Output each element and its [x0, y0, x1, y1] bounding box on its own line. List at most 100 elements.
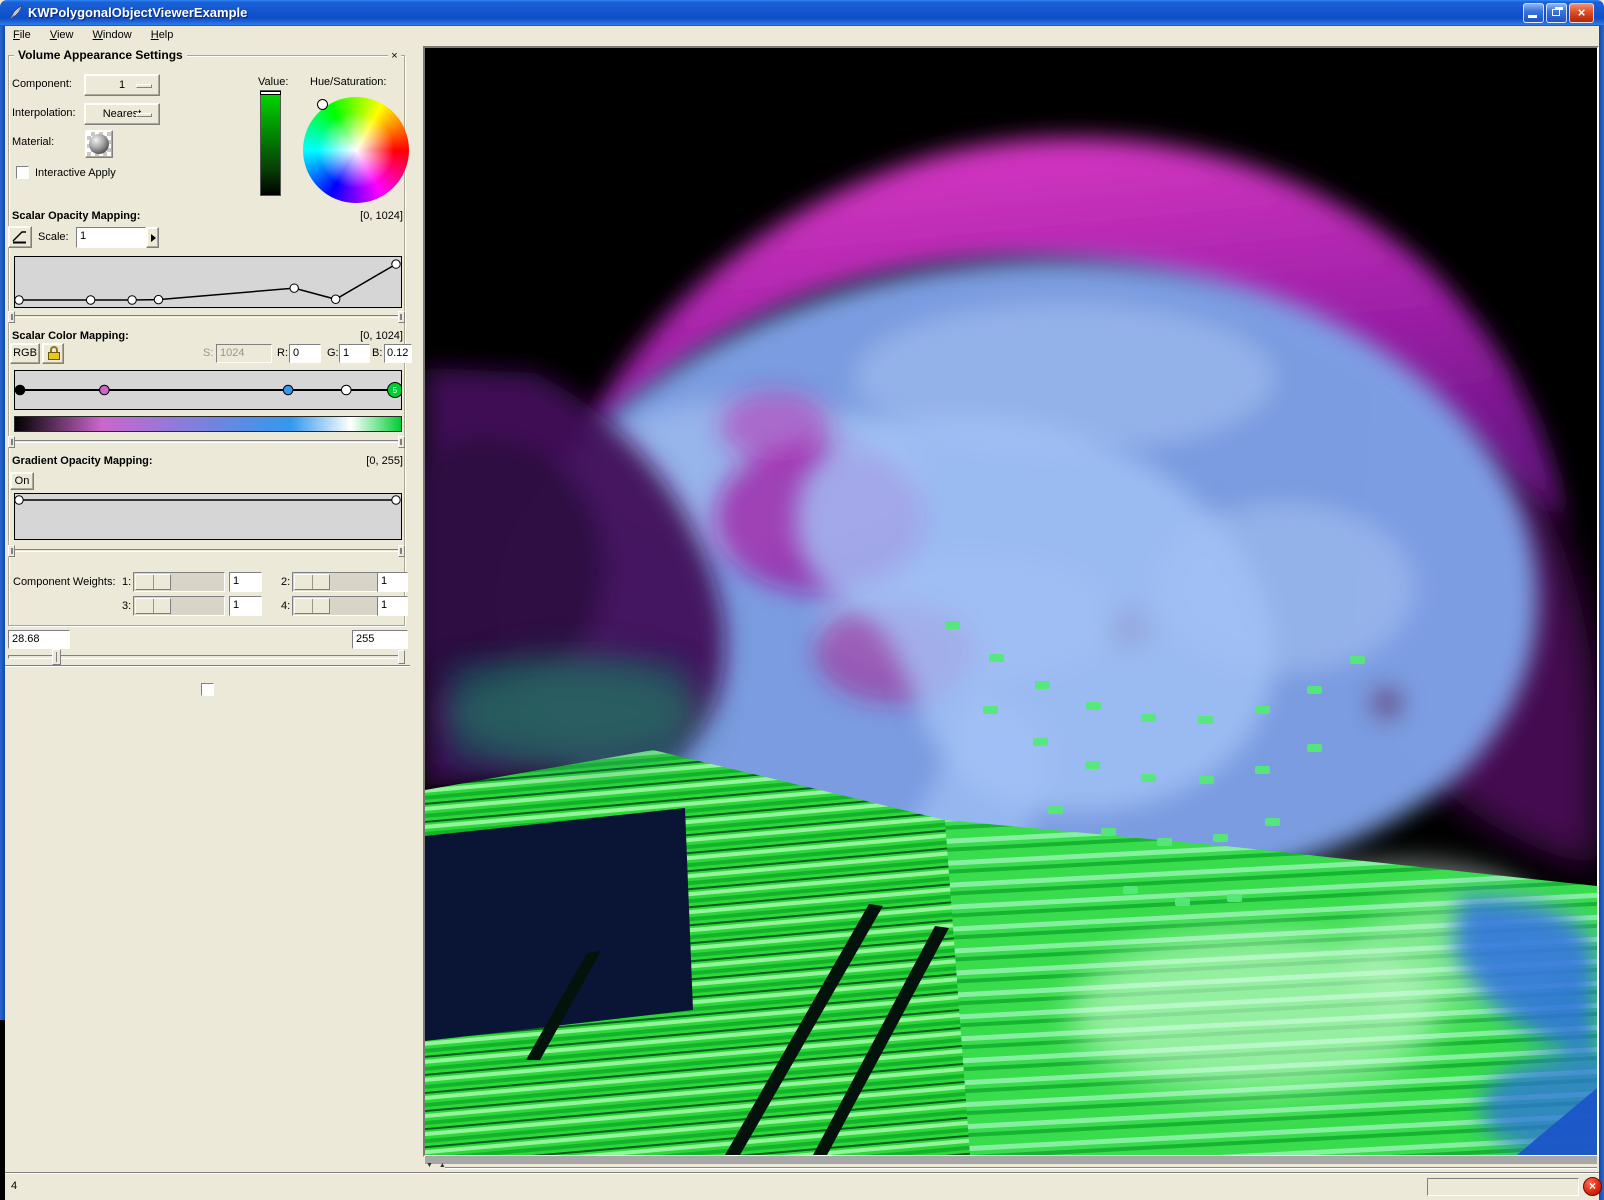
volume-rendering-viewport[interactable]: [425, 48, 1597, 1155]
status-bar: 4 ×: [5, 1172, 1599, 1200]
control-point[interactable]: [15, 296, 23, 304]
material-button[interactable]: [85, 130, 113, 158]
range-handle-right[interactable]: [398, 311, 405, 323]
bottom-divider: [445, 1167, 1597, 1169]
range-handle-right[interactable]: [398, 436, 405, 448]
color-point[interactable]: [341, 385, 351, 395]
color-point[interactable]: [100, 385, 110, 395]
color-point[interactable]: [283, 385, 293, 395]
menu-window[interactable]: Window: [85, 26, 140, 43]
weight-1-slider[interactable]: [133, 572, 225, 592]
status-text: 4: [11, 1180, 17, 1192]
control-point[interactable]: [15, 496, 23, 504]
component-dropdown[interactable]: 1: [84, 74, 160, 96]
weight-3-label: 3:: [122, 600, 131, 612]
gradient-opacity-range: [0, 255]: [366, 455, 403, 467]
gradient-opacity-editor[interactable]: [14, 493, 402, 540]
lock-button[interactable]: [42, 343, 64, 364]
range-max-input[interactable]: 255: [352, 630, 408, 649]
scalar-color-editor[interactable]: 5: [14, 370, 402, 410]
control-point[interactable]: [392, 496, 400, 504]
r-label: R:: [277, 347, 288, 359]
b-label: B:: [372, 347, 382, 359]
window-level-slider[interactable]: [8, 649, 405, 665]
control-point[interactable]: [154, 295, 162, 303]
panel-close-icon[interactable]: ×: [388, 50, 401, 63]
menu-help[interactable]: Help: [143, 26, 182, 43]
lone-checkbox[interactable]: [201, 683, 214, 696]
volume-appearance-panel: Volume Appearance Settings × Component: …: [5, 45, 410, 1172]
scale-input[interactable]: 1: [76, 227, 146, 248]
interactive-apply-label: Interactive Apply: [35, 167, 116, 179]
app-window: KWPolygonalObjectViewerExample × File Vi…: [0, 0, 1604, 1200]
rgb-button[interactable]: RGB: [10, 343, 40, 364]
menu-view[interactable]: View: [42, 26, 82, 43]
hue-saturation-label: Hue/Saturation:: [310, 76, 386, 88]
error-icon[interactable]: ×: [1583, 1177, 1602, 1196]
range-handle-right[interactable]: [398, 545, 405, 557]
selected-point-label: 5: [393, 386, 398, 395]
dropdown-indicator-icon: [136, 84, 152, 88]
value-bar[interactable]: [260, 90, 281, 196]
gradient-opacity-range-slider[interactable]: [8, 545, 405, 557]
slider-handle[interactable]: [52, 649, 61, 665]
restore-button[interactable]: [1546, 3, 1567, 23]
color-ramp: [14, 416, 402, 432]
weight-4-label: 4:: [281, 600, 290, 612]
interpolation-dropdown[interactable]: Nearest: [84, 103, 160, 125]
scalar-opacity-range: [0, 1024]: [360, 210, 403, 222]
control-point[interactable]: [290, 284, 298, 292]
scalar-opacity-range-slider[interactable]: [8, 311, 405, 323]
weight-3-input[interactable]: 1: [229, 596, 262, 616]
panel-separator: [5, 665, 410, 667]
range-min-input[interactable]: 28.68: [8, 630, 70, 649]
title-bar[interactable]: KWPolygonalObjectViewerExample ×: [0, 0, 1604, 26]
weight-4-input[interactable]: 1: [377, 596, 408, 616]
weight-4-slider[interactable]: [292, 596, 380, 616]
window-border-right: [1599, 26, 1604, 1200]
scale-spinner[interactable]: [146, 227, 159, 248]
spinner-arrow-icon: [151, 234, 156, 242]
menu-file[interactable]: File: [5, 26, 39, 43]
weight-3-slider[interactable]: [133, 596, 225, 616]
weight-2-label: 2:: [281, 576, 290, 588]
value-cursor[interactable]: [260, 91, 281, 95]
minimize-button[interactable]: [1523, 3, 1544, 23]
ramp-icon: [11, 229, 29, 245]
close-button[interactable]: ×: [1569, 3, 1594, 23]
scalar-opacity-label: Scalar Opacity Mapping:: [12, 210, 140, 222]
gradient-on-button[interactable]: On: [10, 472, 34, 490]
range-handle-left[interactable]: [8, 545, 15, 557]
interpolation-label: Interpolation:: [12, 107, 76, 119]
weight-1-label: 1:: [122, 576, 131, 588]
render-frame: [423, 46, 1599, 1157]
hue-cursor[interactable]: [317, 99, 328, 110]
control-point[interactable]: [128, 296, 136, 304]
control-point[interactable]: [392, 260, 400, 268]
ramp-button[interactable]: [8, 226, 32, 248]
window-title: KWPolygonalObjectViewerExample: [28, 5, 247, 20]
b-input[interactable]: 0.12: [384, 344, 412, 363]
r-input[interactable]: 0: [289, 344, 321, 363]
menu-bar: File View Window Help: [5, 26, 1599, 45]
interactive-apply-checkbox[interactable]: [16, 166, 29, 179]
lock-icon: [46, 345, 62, 361]
viewport-scrollbar[interactable]: [425, 1156, 1597, 1164]
weight-2-input[interactable]: 1: [377, 572, 408, 592]
hue-saturation-wheel[interactable]: [303, 97, 409, 203]
scalar-opacity-editor[interactable]: [14, 256, 402, 308]
material-label: Material:: [12, 136, 54, 148]
weight-2-slider[interactable]: [292, 572, 380, 592]
weight-1-input[interactable]: 1: [229, 572, 262, 592]
color-point[interactable]: [15, 385, 25, 395]
g-input[interactable]: 1: [339, 344, 370, 363]
control-point[interactable]: [86, 296, 94, 304]
component-value: 1: [119, 79, 125, 91]
value-label: Value:: [258, 76, 288, 88]
control-point[interactable]: [331, 295, 339, 303]
range-handle-left[interactable]: [8, 311, 15, 323]
range-handle-left[interactable]: [8, 436, 15, 448]
scalar-color-range-slider[interactable]: [8, 436, 405, 448]
panel-title: Volume Appearance Settings: [14, 48, 187, 62]
slider-endcap[interactable]: [398, 650, 405, 664]
